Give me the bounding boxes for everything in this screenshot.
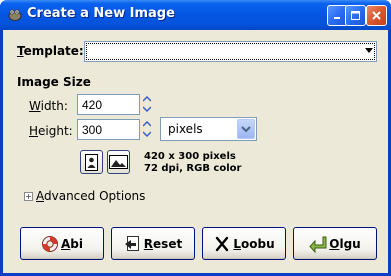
chevron-down-icon <box>241 125 251 132</box>
width-label-mnemonic: W <box>29 99 41 113</box>
width-input[interactable] <box>77 94 140 115</box>
height-increment-button[interactable] <box>141 119 152 129</box>
height-label: Height: <box>29 124 73 138</box>
template-select[interactable] <box>84 41 377 62</box>
height-spinner[interactable] <box>141 119 152 140</box>
close-icon <box>372 11 381 20</box>
template-label-mnemonic: T <box>17 44 24 58</box>
window-title: Create a New Image <box>27 6 175 21</box>
height-decrement-button[interactable] <box>141 129 152 139</box>
chevron-down-icon <box>142 131 151 137</box>
ok-button[interactable]: Olgu <box>293 227 377 260</box>
image-info-resolution: 72 dpi, RGB color <box>144 163 242 174</box>
width-spinner[interactable] <box>141 94 152 115</box>
landscape-button[interactable] <box>107 150 130 174</box>
maximize-button[interactable] <box>345 5 366 26</box>
width-increment-button[interactable] <box>141 94 152 104</box>
width-label: Width: <box>29 99 68 113</box>
reset-button-label: Reset <box>143 236 183 251</box>
chevron-up-icon <box>142 121 151 127</box>
image-info-dimensions: 420 x 300 pixels <box>144 151 236 162</box>
unit-select[interactable]: pixels <box>160 117 257 141</box>
close-button[interactable] <box>366 5 387 26</box>
width-label-text: idth: <box>40 99 68 113</box>
ok-button-label: Olgu <box>329 236 361 251</box>
template-label: Template: <box>17 44 84 58</box>
ok-return-arrow-icon <box>309 236 327 253</box>
image-size-heading: Image Size <box>17 75 91 89</box>
cancel-button[interactable]: Loobu <box>202 227 286 260</box>
create-image-dialog: Create a New Image Template: Image Size … <box>0 0 391 276</box>
lifebuoy-icon <box>42 235 58 252</box>
cancel-icon <box>216 236 229 251</box>
portrait-button[interactable] <box>80 150 103 174</box>
reset-button[interactable]: Reset <box>111 227 195 260</box>
height-input[interactable] <box>77 119 140 140</box>
landscape-icon <box>109 154 128 169</box>
width-decrement-button[interactable] <box>141 104 152 114</box>
portrait-icon <box>85 153 98 171</box>
help-button-label: Abi <box>61 236 83 251</box>
help-button[interactable]: Abi <box>20 227 104 260</box>
unit-dropdown-button[interactable] <box>237 119 255 139</box>
gimp-app-icon <box>8 9 22 21</box>
unit-value: pixels <box>168 122 203 136</box>
chevron-down-icon <box>142 106 151 112</box>
minimize-icon <box>334 17 340 19</box>
advanced-options-expander[interactable]: + <box>24 192 33 201</box>
advanced-options-toggle[interactable]: Advanced Options <box>36 189 145 203</box>
maximize-icon <box>351 11 360 20</box>
advanced-options-label: dvanced Options <box>44 189 146 203</box>
chevron-up-icon <box>142 96 151 102</box>
title-bar[interactable]: Create a New Image <box>0 0 391 30</box>
expander-plus-icon: + <box>25 192 32 201</box>
height-label-text: eight: <box>38 124 73 138</box>
height-label-mnemonic: H <box>29 124 39 138</box>
revert-icon <box>124 235 139 251</box>
template-label-text: emplate: <box>23 44 84 58</box>
advanced-options-mnemonic: A <box>36 189 44 203</box>
image-info: 420 x 300 pixels 72 dpi, RGB color <box>144 151 241 175</box>
chevron-down-icon <box>365 48 373 53</box>
cancel-button-label: Loobu <box>233 236 275 251</box>
